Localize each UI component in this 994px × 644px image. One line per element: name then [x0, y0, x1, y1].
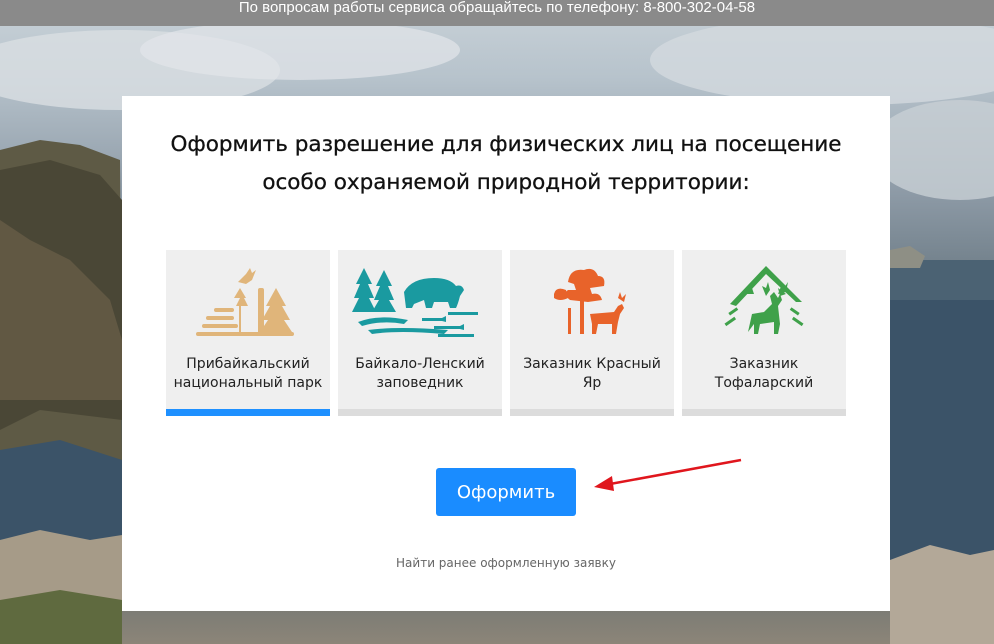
unselected-indicator-bar [338, 409, 502, 416]
tofalarsky-reserve-logo-icon [724, 266, 804, 334]
territory-label-krasny-yar: Заказник Красный Яр [516, 355, 668, 393]
submit-permit-button[interactable]: Оформить [436, 468, 576, 516]
unselected-indicator-bar [682, 409, 846, 416]
territory-card-baikalo-lensky[interactable]: Байкало-Ленский заповедник [338, 250, 502, 416]
find-previous-request-text: Найти ранее оформленную заявку [396, 556, 616, 570]
page-title-line1: Оформить разрешение для физических лиц н… [170, 132, 842, 157]
selected-indicator-bar [166, 409, 330, 416]
territory-label-tofalarsky: Заказник Тофаларский [688, 355, 840, 393]
territory-label-line1: Заказник [729, 356, 799, 372]
find-previous-request-link[interactable]: Найти ранее оформленную заявку [122, 556, 890, 570]
territory-selector: Прибайкальский национальный парк Байкало… [166, 250, 846, 416]
territory-card-tofalarsky[interactable]: Заказник Тофаларский [682, 250, 846, 416]
territory-label-line1: Заказник Красный [523, 356, 661, 372]
territory-card-krasny-yar[interactable]: Заказник Красный Яр [510, 250, 674, 416]
territory-label-pribaikalsky: Прибайкальский национальный парк [172, 355, 324, 393]
krasny-yar-reserve-logo-icon [554, 268, 626, 334]
territory-label-line2: заповедник [376, 375, 464, 391]
unselected-indicator-bar [510, 409, 674, 416]
territory-label-baikalo-lensky: Байкало-Ленский заповедник [344, 355, 496, 393]
territory-label-line2: Тофаларский [714, 375, 814, 391]
territory-label-line1: Байкало-Ленский [355, 356, 485, 372]
territory-label-line2: Яр [582, 375, 602, 391]
baikalo-lensky-reserve-logo-icon [352, 268, 478, 337]
support-phone-bar: По вопросам работы сервиса обращайтесь п… [0, 0, 994, 26]
territory-label-line2: национальный парк [173, 375, 323, 391]
territory-card-pribaikalsky[interactable]: Прибайкальский национальный парк [166, 250, 330, 416]
page-title: Оформить разрешение для физических лиц н… [122, 126, 890, 202]
pribaikalsky-park-logo-icon [196, 268, 294, 336]
support-phone-text: По вопросам работы сервиса обращайтесь п… [238, 0, 756, 16]
territory-label-line1: Прибайкальский [186, 356, 310, 372]
permit-panel: Оформить разрешение для физических лиц н… [122, 96, 890, 611]
page-title-line2: особо охраняемой природной территории: [262, 170, 750, 195]
